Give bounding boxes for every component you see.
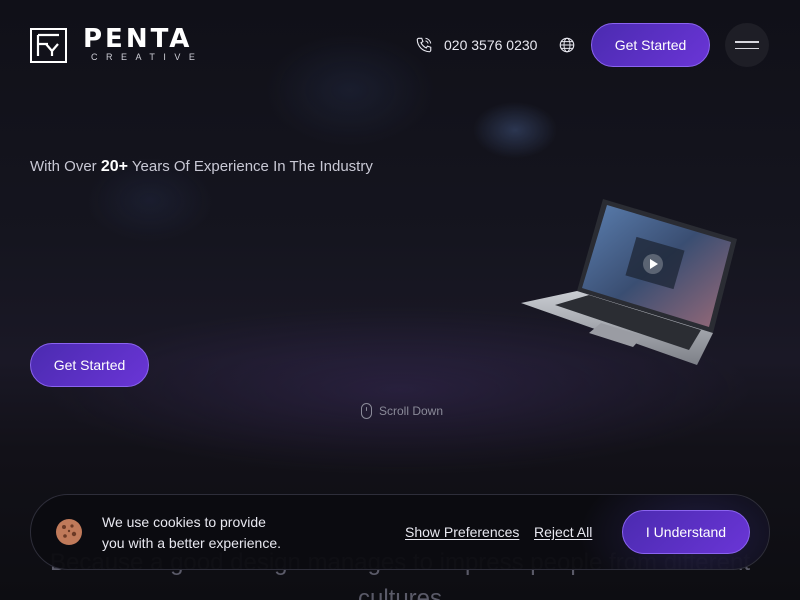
brand-name: PENTA — [83, 24, 193, 54]
cookie-icon — [56, 519, 82, 545]
scroll-down-label: Scroll Down — [379, 404, 444, 418]
mouse-icon — [361, 403, 372, 419]
cookie-message: We use cookies to provide you with a bet… — [102, 514, 281, 551]
site-header: PENTA CREATIVE 020 3576 0230 Get Started — [0, 0, 800, 90]
phone-number: 020 3576 0230 — [444, 37, 538, 53]
globe-icon[interactable] — [558, 36, 576, 54]
reject-all-link[interactable]: Reject All — [534, 524, 592, 540]
brand-subtitle: CREATIVE — [91, 52, 204, 62]
hero-tagline: With Over 20+ Years Of Experience In The… — [30, 158, 373, 175]
years-highlight: 20+ — [100, 158, 128, 175]
phone-icon — [416, 37, 432, 53]
header-get-started-button[interactable]: Get Started — [591, 23, 710, 67]
scroll-down-indicator[interactable]: Scroll Down — [361, 403, 443, 419]
laptop-image — [521, 199, 737, 365]
hamburger-menu-icon[interactable] — [725, 23, 769, 67]
logo[interactable]: PENTA CREATIVE — [30, 24, 204, 63]
logo-mark-icon — [30, 27, 67, 63]
phone-link[interactable]: 020 3576 0230 — [415, 36, 537, 54]
hero-get-started-button[interactable]: Get Started — [30, 343, 149, 387]
cookie-banner: We use cookies to provide you with a bet… — [30, 494, 770, 570]
show-preferences-link[interactable]: Show Preferences — [405, 524, 519, 540]
accept-cookies-button[interactable]: I Understand — [622, 510, 750, 554]
